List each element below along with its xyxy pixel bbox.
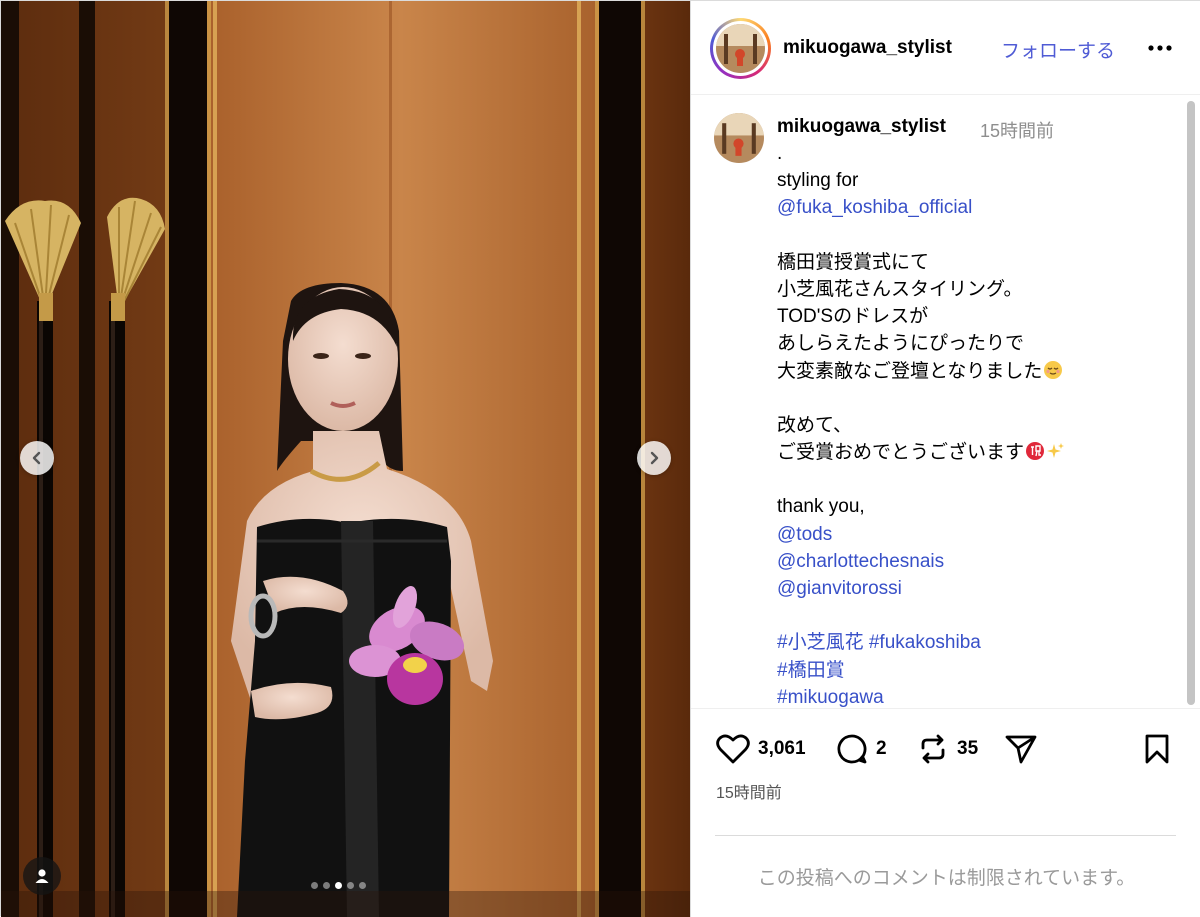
header-username[interactable]: mikuogawa_stylist	[783, 37, 952, 59]
repost-icon	[921, 734, 945, 764]
like-count[interactable]: 3,061	[758, 738, 806, 760]
caption-line: あしらえたようにぴったりで	[777, 333, 1025, 355]
caption-line: 大変素敵なご登壇となりました	[777, 358, 1177, 385]
share-icon	[1005, 735, 1037, 764]
caption-line: 橋田賞授賞式にて	[777, 251, 930, 273]
post-photo[interactable]	[1, 1, 690, 917]
caption-line: ご受賞おめでとうございます	[777, 439, 1177, 466]
caption-line: #小芝風花 #fukakoshiba	[777, 629, 1177, 656]
save-button[interactable]	[1142, 733, 1172, 765]
post-modal: mikuogawa_stylist フォローする mikuogawa_styli…	[0, 0, 1200, 917]
mention-link[interactable]: @charlottechesnais	[777, 548, 1177, 575]
carousel-dot	[347, 882, 354, 889]
caption-line: thank you,	[777, 496, 865, 518]
post-side-panel: mikuogawa_stylist フォローする mikuogawa_styli…	[690, 1, 1200, 917]
caption-line	[777, 602, 1177, 629]
avatar-image	[714, 113, 764, 163]
sparkles-emoji	[1047, 443, 1065, 459]
avatar[interactable]	[716, 24, 765, 73]
more-options-button[interactable]	[1145, 37, 1175, 59]
avatar-story-ring[interactable]	[710, 18, 771, 79]
carousel-indicator	[311, 882, 366, 889]
caption-line	[777, 385, 1177, 412]
caption-line: .	[777, 143, 783, 164]
carousel-dot	[311, 882, 318, 889]
follow-button[interactable]: フォローする	[1001, 36, 1115, 63]
comments-restricted-notice: この投稿へのコメントは制限されています。	[757, 868, 1136, 889]
post-actions: 3,061 2 35 15時間前	[691, 708, 1200, 828]
hashtag-link[interactable]: #小芝風花	[777, 632, 864, 653]
caption-line: styling for	[777, 170, 859, 192]
hashtag-link[interactable]: #橋田賞	[777, 657, 1177, 684]
caption-line: 小芝風花さんスタイリング。	[777, 278, 1023, 300]
caption-line: TOD'Sのドレスが	[777, 306, 929, 328]
divider	[715, 835, 1176, 836]
caption-line-text: ご受賞おめでとうございます	[777, 442, 1025, 464]
like-button[interactable]: 3,061	[716, 733, 806, 765]
caption-scrollbar[interactable]	[1184, 97, 1197, 709]
repost-button[interactable]: 35	[917, 733, 978, 765]
caption-line	[777, 466, 1177, 493]
caption-line-text: 大変素敵なご登壇となりました	[777, 360, 1043, 382]
comment-button[interactable]: 2	[836, 733, 887, 765]
comment-icon	[837, 734, 867, 764]
hashtag-link[interactable]: #fukakoshiba	[869, 632, 981, 653]
carousel-dot-active	[335, 882, 342, 889]
caption-avatar[interactable]	[714, 113, 764, 163]
mention-link[interactable]: @fuka_koshiba_official	[777, 194, 1177, 221]
heart-icon	[716, 734, 750, 764]
relieved-face-emoji	[1044, 360, 1063, 379]
repost-count[interactable]: 35	[957, 738, 978, 760]
person-tag-icon	[35, 869, 49, 883]
congratulations-kanji-emoji	[1026, 442, 1045, 461]
carousel-dot	[323, 882, 330, 889]
comment-count[interactable]: 2	[876, 738, 887, 760]
scrollbar-thumb[interactable]	[1187, 101, 1195, 705]
chevron-right-icon	[650, 451, 659, 465]
caption-line: 改めて、	[777, 414, 853, 436]
more-horizontal-icon	[1148, 45, 1172, 51]
mention-link[interactable]: @tods	[777, 521, 1177, 548]
caption-username[interactable]: mikuogawa_stylist	[777, 116, 946, 138]
mention-link[interactable]: @gianvitorossi	[777, 575, 1177, 602]
chevron-left-icon	[32, 451, 41, 465]
bookmark-icon	[1145, 734, 1169, 764]
tagged-people-button[interactable]	[23, 857, 61, 895]
share-button[interactable]	[1004, 733, 1038, 765]
carousel-dot	[359, 882, 366, 889]
caption-section[interactable]: mikuogawa_stylist 15時間前 . styling for @f…	[691, 96, 1200, 708]
hashtag-link[interactable]: #mikuogawa	[777, 684, 1177, 708]
post-header: mikuogawa_stylist フォローする	[691, 1, 1200, 95]
avatar-image	[716, 24, 765, 73]
post-timestamp[interactable]: 15時間前	[716, 779, 782, 803]
caption-line	[777, 222, 1177, 249]
caption-text: . styling for @fuka_koshiba_official 橋田賞…	[777, 140, 1177, 708]
next-slide-button[interactable]	[637, 441, 671, 475]
photo-illustration	[1, 1, 690, 917]
previous-slide-button[interactable]	[20, 441, 54, 475]
